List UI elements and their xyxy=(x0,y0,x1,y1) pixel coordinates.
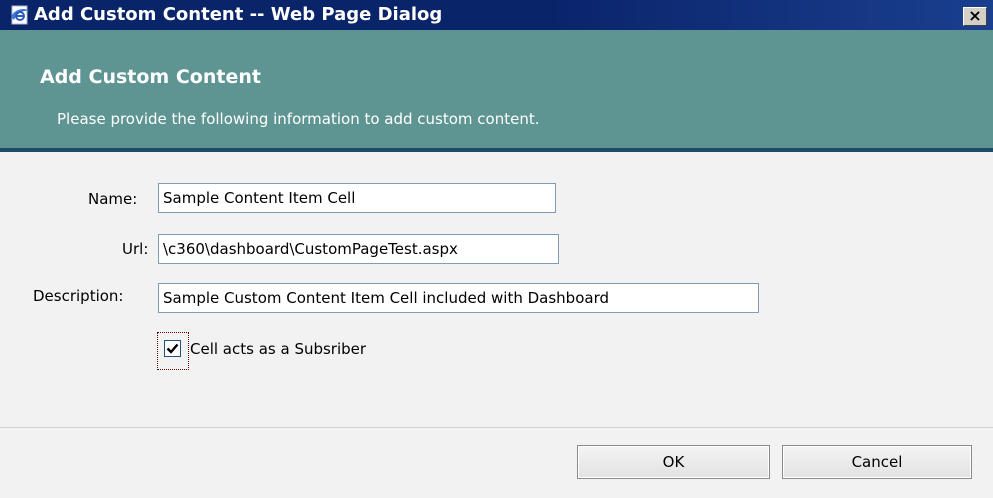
ie-page-icon xyxy=(11,5,29,25)
close-button[interactable]: × xyxy=(963,7,987,26)
checkbox-box[interactable] xyxy=(164,340,181,357)
name-label: Name: xyxy=(88,190,138,208)
subscriber-checkbox-label[interactable]: Cell acts as a Subsriber xyxy=(190,340,366,358)
dialog-heading: Add Custom Content xyxy=(40,66,261,88)
description-label: Description: xyxy=(33,287,124,305)
url-label: Url: xyxy=(122,240,149,258)
form-area: Name: Sample Content Item Cell Url: \c36… xyxy=(0,152,993,427)
dialog-header: Add Custom Content Please provide the fo… xyxy=(0,30,993,148)
subscriber-checkbox[interactable] xyxy=(157,332,189,370)
title-bar: Add Custom Content -- Web Page Dialog × xyxy=(0,0,993,30)
window-title: Add Custom Content -- Web Page Dialog xyxy=(34,4,443,25)
dialog-footer: OK Cancel xyxy=(0,428,993,498)
name-field[interactable]: Sample Content Item Cell xyxy=(158,183,556,213)
checkmark-icon xyxy=(166,343,179,354)
cancel-button[interactable]: Cancel xyxy=(782,445,972,479)
ok-button[interactable]: OK xyxy=(577,445,770,479)
dialog-subheading: Please provide the following information… xyxy=(57,110,540,128)
url-field[interactable]: \c360\dashboard\CustomPageTest.aspx xyxy=(158,234,559,264)
description-field[interactable]: Sample Custom Content Item Cell included… xyxy=(158,283,759,313)
close-icon: × xyxy=(968,6,982,25)
